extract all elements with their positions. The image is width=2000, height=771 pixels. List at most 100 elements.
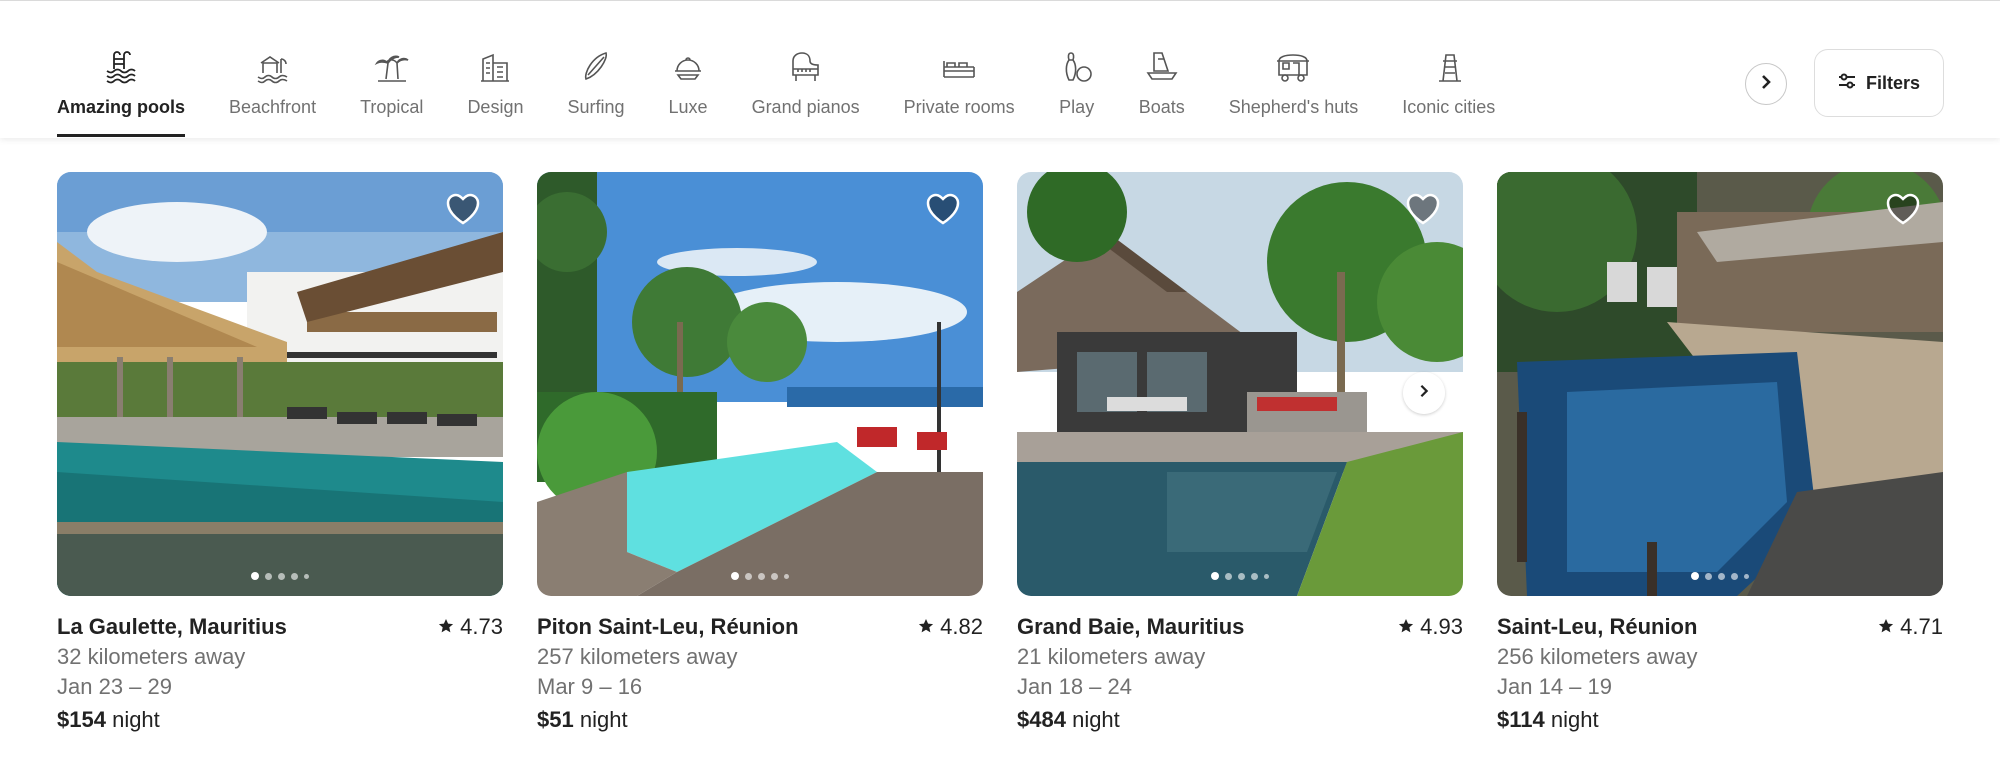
listing-location: Piton Saint-Leu, Réunion bbox=[537, 614, 799, 639]
category-amazing-pools[interactable]: Amazing pools bbox=[57, 1, 207, 138]
listing-card[interactable]: Piton Saint-Leu, Réunion 4.82 257 kilome… bbox=[537, 172, 983, 736]
listing-card[interactable]: Grand Baie, Mauritius 4.93 21 kilometers… bbox=[1017, 172, 1463, 736]
carousel-dots bbox=[1691, 572, 1749, 580]
listing-dates: Jan 18 – 24 bbox=[1017, 674, 1132, 699]
heart-icon[interactable] bbox=[445, 192, 481, 226]
star-icon bbox=[918, 614, 934, 640]
star-icon bbox=[438, 614, 454, 640]
listing-distance: 21 kilometers away bbox=[1017, 644, 1206, 669]
price-amount: $114 bbox=[1497, 707, 1545, 732]
category-shepherds-huts[interactable]: Shepherd's huts bbox=[1207, 1, 1381, 138]
listing-rating: 4.93 bbox=[1398, 614, 1463, 640]
listing-image bbox=[57, 172, 503, 596]
category-label: Surfing bbox=[567, 97, 625, 117]
listing-photo[interactable] bbox=[537, 172, 983, 596]
heart-icon[interactable] bbox=[1885, 192, 1921, 226]
cloche-icon bbox=[670, 49, 706, 85]
listing-distance: 256 kilometers away bbox=[1497, 644, 1698, 669]
listing-card[interactable]: La Gaulette, Mauritius 4.73 32 kilometer… bbox=[57, 172, 503, 736]
listing-price: $484 night bbox=[1017, 704, 1463, 736]
pool-icon bbox=[103, 49, 139, 85]
category-tropical[interactable]: Tropical bbox=[338, 1, 445, 138]
chevron-right-icon bbox=[1758, 74, 1774, 95]
beachfront-icon bbox=[255, 49, 291, 85]
filters-button[interactable]: Filters bbox=[1814, 49, 1944, 117]
category-label: Shepherd's huts bbox=[1228, 97, 1359, 117]
palm-tree-icon bbox=[374, 49, 410, 85]
listing-dates: Jan 14 – 19 bbox=[1497, 674, 1612, 699]
tower-icon bbox=[1431, 49, 1467, 85]
listing-location: La Gaulette, Mauritius bbox=[57, 614, 287, 639]
category-label: Design bbox=[467, 97, 524, 117]
listing-dates: Mar 9 – 16 bbox=[537, 674, 643, 699]
category-grand-pianos[interactable]: Grand pianos bbox=[730, 1, 882, 138]
bowling-icon bbox=[1059, 49, 1095, 85]
listing-price: $114 night bbox=[1497, 704, 1943, 736]
category-luxe[interactable]: Luxe bbox=[647, 1, 730, 138]
price-amount: $51 bbox=[537, 707, 574, 732]
listing-photo[interactable] bbox=[1497, 172, 1943, 596]
price-amount: $484 bbox=[1017, 707, 1066, 732]
category-boats[interactable]: Boats bbox=[1117, 1, 1207, 138]
listing-price: $51 night bbox=[537, 704, 983, 736]
category-label: Beachfront bbox=[229, 97, 317, 117]
category-design[interactable]: Design bbox=[445, 1, 545, 138]
price-amount: $154 bbox=[57, 707, 106, 732]
listing-price: $154 night bbox=[57, 704, 503, 736]
listing-image bbox=[537, 172, 983, 596]
listing-rating: 4.82 bbox=[918, 614, 983, 640]
price-unit: night bbox=[1550, 707, 1599, 732]
heart-icon[interactable] bbox=[925, 192, 961, 226]
listing-distance: 32 kilometers away bbox=[57, 644, 246, 669]
listing-photo[interactable] bbox=[1017, 172, 1463, 596]
category-play[interactable]: Play bbox=[1037, 1, 1117, 138]
listing-location: Saint-Leu, Réunion bbox=[1497, 614, 1698, 639]
listing-rating: 4.73 bbox=[438, 614, 503, 640]
listing-photo[interactable] bbox=[57, 172, 503, 596]
category-label: Play bbox=[1059, 97, 1095, 117]
heart-icon[interactable] bbox=[1405, 192, 1441, 226]
bed-icon bbox=[941, 49, 977, 85]
price-unit: night bbox=[579, 707, 628, 732]
category-iconic-cities[interactable]: Iconic cities bbox=[1380, 1, 1517, 138]
hut-icon bbox=[1275, 49, 1311, 85]
price-unit: night bbox=[112, 707, 160, 732]
listing-distance: 257 kilometers away bbox=[537, 644, 738, 669]
price-unit: night bbox=[1072, 707, 1120, 732]
chevron-right-icon bbox=[1417, 384, 1431, 403]
boat-icon bbox=[1144, 49, 1180, 85]
category-label: Private rooms bbox=[903, 97, 1015, 117]
star-icon bbox=[1878, 614, 1894, 640]
category-next-button[interactable] bbox=[1745, 63, 1787, 105]
category-label: Boats bbox=[1138, 97, 1185, 117]
star-icon bbox=[1398, 614, 1414, 640]
listing-image bbox=[1017, 172, 1463, 596]
next-photo-button[interactable] bbox=[1403, 372, 1445, 414]
category-list: Amazing pools Beachfront Tropical Design… bbox=[57, 1, 1517, 138]
category-label: Grand pianos bbox=[751, 97, 860, 117]
sliders-icon bbox=[1838, 73, 1856, 94]
rating-value: 4.82 bbox=[940, 614, 983, 639]
surfboard-icon bbox=[578, 49, 614, 85]
category-label: Iconic cities bbox=[1402, 97, 1496, 117]
carousel-dots bbox=[251, 572, 309, 580]
category-private-rooms[interactable]: Private rooms bbox=[882, 1, 1037, 138]
rating-value: 4.73 bbox=[460, 614, 503, 639]
listing-rating: 4.71 bbox=[1878, 614, 1943, 640]
category-bar: Amazing pools Beachfront Tropical Design… bbox=[0, 1, 2000, 138]
carousel-dots bbox=[1211, 572, 1269, 580]
category-label: Tropical bbox=[360, 97, 424, 117]
carousel-dots bbox=[731, 572, 789, 580]
category-surfing[interactable]: Surfing bbox=[545, 1, 646, 138]
filters-label: Filters bbox=[1865, 72, 1921, 93]
category-beachfront[interactable]: Beachfront bbox=[207, 1, 338, 138]
listing-location: Grand Baie, Mauritius bbox=[1017, 614, 1245, 639]
rating-value: 4.71 bbox=[1900, 614, 1943, 639]
listing-image bbox=[1497, 172, 1943, 596]
category-label: Amazing pools bbox=[57, 97, 186, 117]
listing-dates: Jan 23 – 29 bbox=[57, 674, 172, 699]
category-label: Luxe bbox=[668, 97, 708, 117]
rating-value: 4.93 bbox=[1420, 614, 1463, 639]
listing-card[interactable]: Saint-Leu, Réunion 4.71 256 kilometers a… bbox=[1497, 172, 1943, 736]
design-building-icon bbox=[477, 49, 513, 85]
